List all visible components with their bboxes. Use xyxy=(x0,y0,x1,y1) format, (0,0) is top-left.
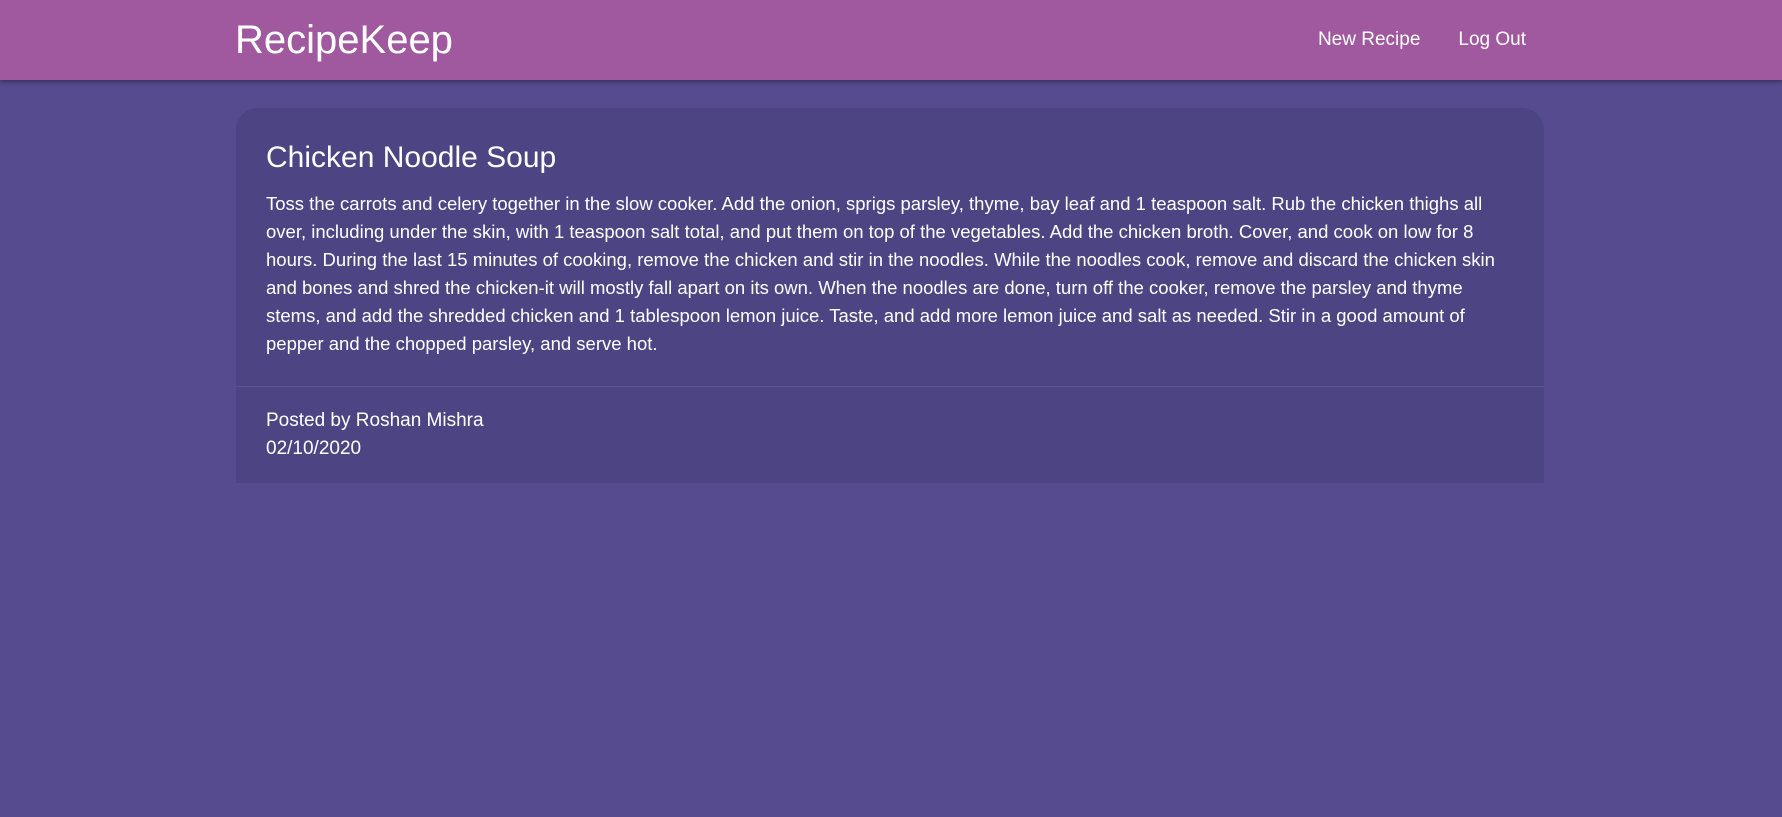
card-divider xyxy=(236,386,1544,387)
posted-by-text: Posted by Roshan Mishra xyxy=(266,410,484,431)
recipe-title: Chicken Noodle Soup xyxy=(266,141,557,174)
top-navbar: RecipeKeep New Recipe Log Out xyxy=(0,0,1782,80)
nav-links: New Recipe Log Out xyxy=(1318,28,1526,51)
new-recipe-link[interactable]: New Recipe xyxy=(1318,28,1420,51)
log-out-link[interactable]: Log Out xyxy=(1458,28,1526,51)
recipe-card: Chicken Noodle Soup Toss the carrots and… xyxy=(236,108,1544,483)
recipe-card-footer: Posted by Roshan Mishra 02/10/2020 xyxy=(266,407,484,463)
post-date: 02/10/2020 xyxy=(266,438,362,459)
recipe-description: Toss the carrots and celery together in … xyxy=(266,193,1495,354)
recipe-card-body: Chicken Noodle Soup Toss the carrots and… xyxy=(266,140,1516,358)
brand-logo-link[interactable]: RecipeKeep xyxy=(235,18,453,62)
